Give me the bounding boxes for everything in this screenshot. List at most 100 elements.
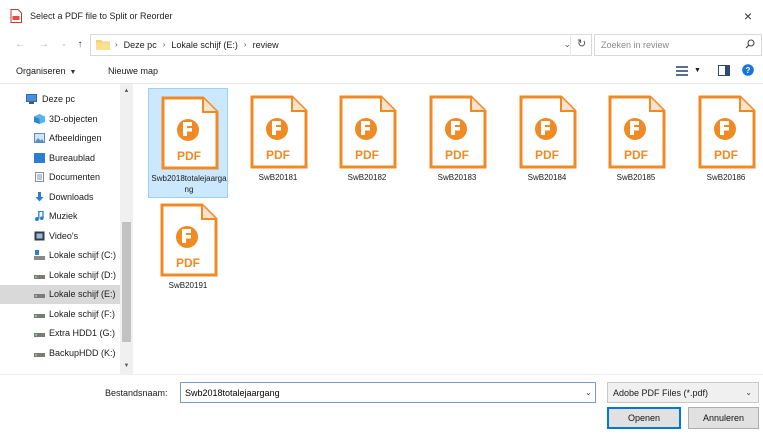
file-item-swb20191[interactable]: PDF SwB20191	[148, 196, 228, 306]
new-folder-button[interactable]: Nieuwe map	[108, 66, 158, 76]
sidebar-item-lokale-schijf-e[interactable]: Lokale schijf (E:)	[0, 285, 120, 304]
file-item-swb20186[interactable]: PDF SwB20186	[686, 88, 763, 198]
organize-label: Organiseren	[16, 66, 66, 76]
cube-icon	[34, 114, 45, 124]
sidebar-item-label: Downloads	[49, 192, 94, 202]
title-bar: Select a PDF file to Split or Reorder ×	[0, 0, 763, 32]
organize-button[interactable]: Organiseren ▼	[16, 66, 76, 76]
sidebar-item-deze-pc[interactable]: Deze pc	[0, 90, 120, 109]
sidebar-item-label: Bureaublad	[49, 153, 96, 163]
svg-text:PDF: PDF	[624, 148, 648, 162]
pdf-file-icon: PDF	[429, 95, 487, 169]
sidebar-item-backuphdd-k[interactable]: BackupHDD (K:)	[0, 344, 120, 363]
filename-input[interactable]	[180, 382, 596, 403]
breadcrumb-separator: ›	[115, 40, 118, 49]
filetype-select[interactable]: Adobe PDF Files (*.pdf) ⌄	[607, 382, 759, 403]
sidebar-item-lokale-schijf-d[interactable]: Lokale schijf (D:)	[0, 266, 120, 285]
open-button[interactable]: Openen	[607, 407, 681, 429]
breadcrumb-item-review[interactable]: review	[253, 40, 279, 50]
file-item-swb20183[interactable]: PDF SwB20183	[417, 88, 497, 198]
file-name: SwB20182	[347, 173, 387, 182]
divider	[0, 374, 763, 375]
drive-icon	[34, 353, 45, 357]
preview-pane-icon[interactable]	[718, 65, 730, 76]
system-drive-icon	[34, 250, 45, 260]
sidebar-item-label: Lokale schijf (F:)	[49, 309, 116, 319]
filename-label: Bestandsnaam:	[105, 388, 168, 398]
file-name: SwB20185	[616, 173, 656, 182]
recent-chevron-icon[interactable]: ⌄	[58, 39, 70, 51]
scroll-down-icon[interactable]: ▼	[122, 362, 131, 371]
help-icon[interactable]: ?	[742, 64, 754, 76]
drive-icon	[34, 333, 45, 337]
sidebar-item-label: Lokale schijf (E:)	[49, 289, 116, 299]
search-icon	[745, 39, 755, 49]
close-button[interactable]: ×	[739, 7, 757, 25]
sidebar-item-label: 3D-objecten	[49, 114, 98, 124]
breadcrumb: › Deze pc › Lokale schijf (E:) › review	[115, 40, 279, 50]
forward-arrow-icon[interactable]: →	[38, 39, 50, 51]
filename-dropdown-icon[interactable]: ⌄	[585, 388, 592, 397]
search-box[interactable]: Zoeken in review	[594, 34, 762, 56]
sidebar-item-3d-objecten[interactable]: 3D-objecten	[0, 110, 120, 129]
sidebar-item-bureaublad[interactable]: Bureaublad	[0, 149, 120, 168]
file-name: SwB20183	[437, 173, 477, 182]
sidebar-item-videos[interactable]: Video's	[0, 227, 120, 246]
folder-icon	[96, 40, 110, 50]
file-item-swb20182[interactable]: PDF SwB20182	[327, 88, 407, 198]
sidebar-scrollbar[interactable]: ▲ ▼	[120, 84, 133, 374]
breadcrumb-item-lokale-schijf-e[interactable]: Lokale schijf (E:)	[171, 40, 238, 50]
up-arrow-icon[interactable]: ↑	[74, 39, 86, 51]
sidebar-item-label: Documenten	[49, 172, 101, 182]
breadcrumb-item-deze-pc[interactable]: Deze pc	[124, 40, 157, 50]
sidebar-item-label: Extra HDD1 (G:)	[49, 328, 116, 338]
filetype-value: Adobe PDF Files (*.pdf)	[613, 388, 709, 398]
command-bar: Organiseren ▼ Nieuwe map ▼ ?	[0, 58, 763, 84]
scrollbar-thumb[interactable]	[122, 222, 131, 342]
desktop-icon	[34, 153, 45, 163]
cancel-button[interactable]: Annuleren	[688, 407, 759, 429]
video-icon	[34, 231, 45, 241]
sidebar-item-lokale-schijf-f[interactable]: Lokale schijf (F:)	[0, 305, 120, 324]
sidebar-item-afbeeldingen[interactable]: Afbeeldingen	[0, 129, 120, 148]
pdf-app-icon	[10, 9, 22, 23]
pdf-file-icon: PDF	[519, 95, 577, 169]
sidebar-item-extra-hdd1-g[interactable]: Extra HDD1 (G:)	[0, 324, 120, 343]
caret-down-icon: ▼	[69, 69, 77, 76]
view-dropdown-icon[interactable]: ▼	[694, 67, 701, 74]
svg-text:?: ?	[746, 66, 751, 75]
pdf-file-icon: PDF	[160, 203, 218, 277]
svg-text:PDF: PDF	[355, 148, 379, 162]
file-item-swb20184[interactable]: PDF SwB20184	[507, 88, 587, 198]
sidebar-item-downloads[interactable]: Downloads	[0, 188, 120, 207]
view-options-icon[interactable]	[676, 65, 688, 76]
drive-icon	[34, 314, 45, 318]
file-item-swb20181[interactable]: PDF SwB20181	[238, 88, 318, 198]
search-placeholder: Zoeken in review	[601, 40, 670, 50]
file-item-swb20185[interactable]: PDF SwB20185	[596, 88, 676, 198]
svg-text:PDF: PDF	[266, 148, 290, 162]
file-name: SwB20181	[258, 173, 298, 182]
address-row: ← → ⌄ ↑ › Deze pc › Lokale schijf (E:) ›…	[0, 32, 763, 58]
sidebar-item-muziek[interactable]: Muziek	[0, 207, 120, 226]
sidebar-item-label: Deze pc	[42, 94, 76, 104]
sidebar-item-documenten[interactable]: Documenten	[0, 168, 120, 187]
scroll-up-icon[interactable]: ▲	[122, 87, 131, 96]
sidebar-item-label: BackupHDD (K:)	[49, 348, 116, 358]
download-icon	[35, 192, 44, 202]
file-name: SwB20191	[168, 281, 208, 290]
window-title: Select a PDF file to Split or Reorder	[30, 11, 173, 21]
address-bar[interactable]: › Deze pc › Lokale schijf (E:) › review …	[90, 34, 592, 56]
svg-text:PDF: PDF	[445, 148, 469, 162]
refresh-button[interactable]: ↻	[570, 34, 592, 56]
file-item-swb2018totalejaargang[interactable]: PDF Swb2018totalejaargang	[148, 88, 228, 198]
sidebar-item-label: Video's	[49, 231, 79, 241]
back-arrow-icon[interactable]: ←	[14, 39, 26, 51]
refresh-icon: ↻	[577, 38, 587, 50]
drive-icon	[34, 275, 45, 279]
sidebar-item-label: Lokale schijf (C:)	[49, 250, 117, 260]
sidebar-item-lokale-schijf-c[interactable]: Lokale schijf (C:)	[0, 246, 120, 265]
drive-icon	[34, 294, 45, 298]
breadcrumb-separator: ›	[243, 40, 247, 49]
pdf-file-icon: PDF	[698, 95, 756, 169]
